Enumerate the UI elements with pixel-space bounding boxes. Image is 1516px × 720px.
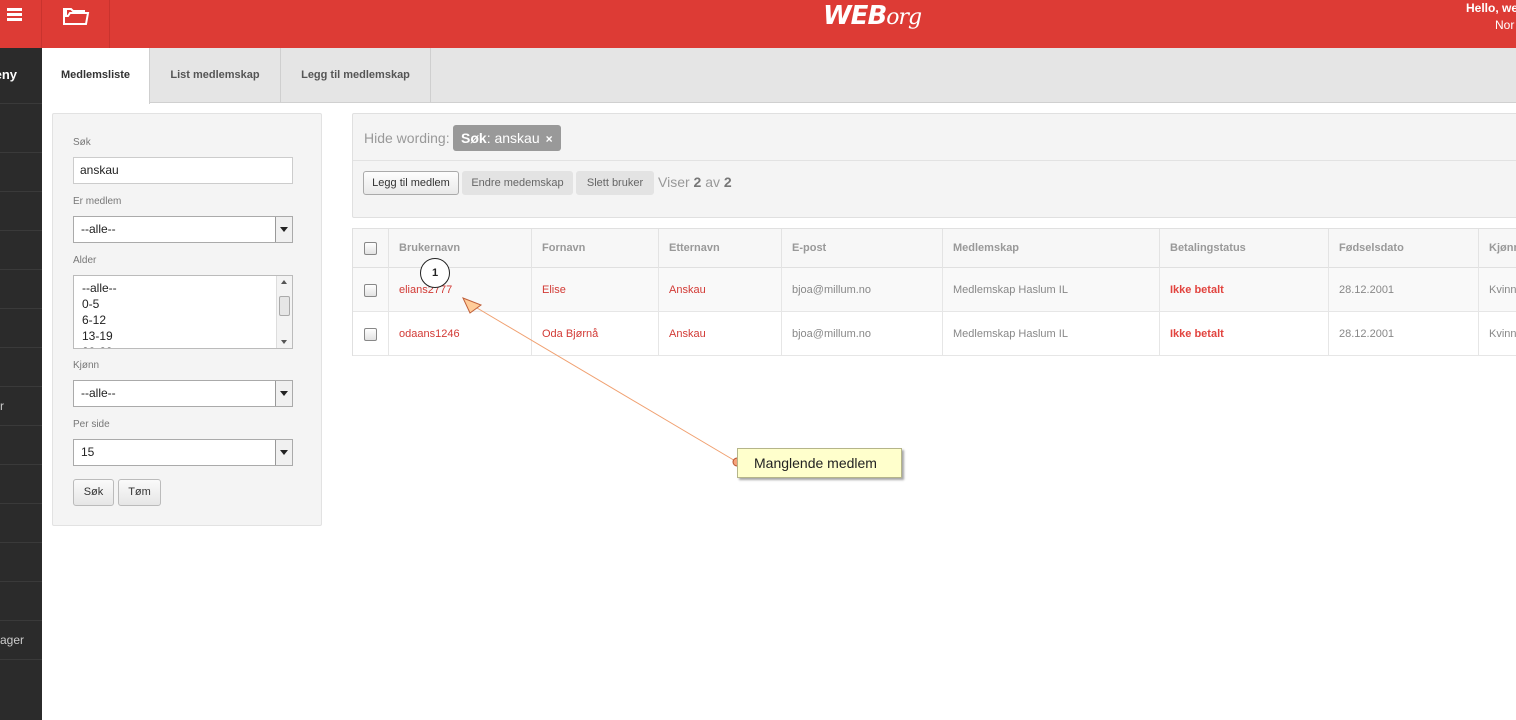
app-root: WEBorg Hello, we Nor Meny r ager Medlems… [0, 0, 1516, 720]
annotation-callout: Manglende medlem [737, 448, 902, 478]
annotation-marker: 1 [420, 258, 450, 288]
annotation-leader-line [471, 304, 738, 463]
annotation-arrowhead-icon [462, 297, 483, 314]
annotation-overlay [462, 297, 742, 467]
